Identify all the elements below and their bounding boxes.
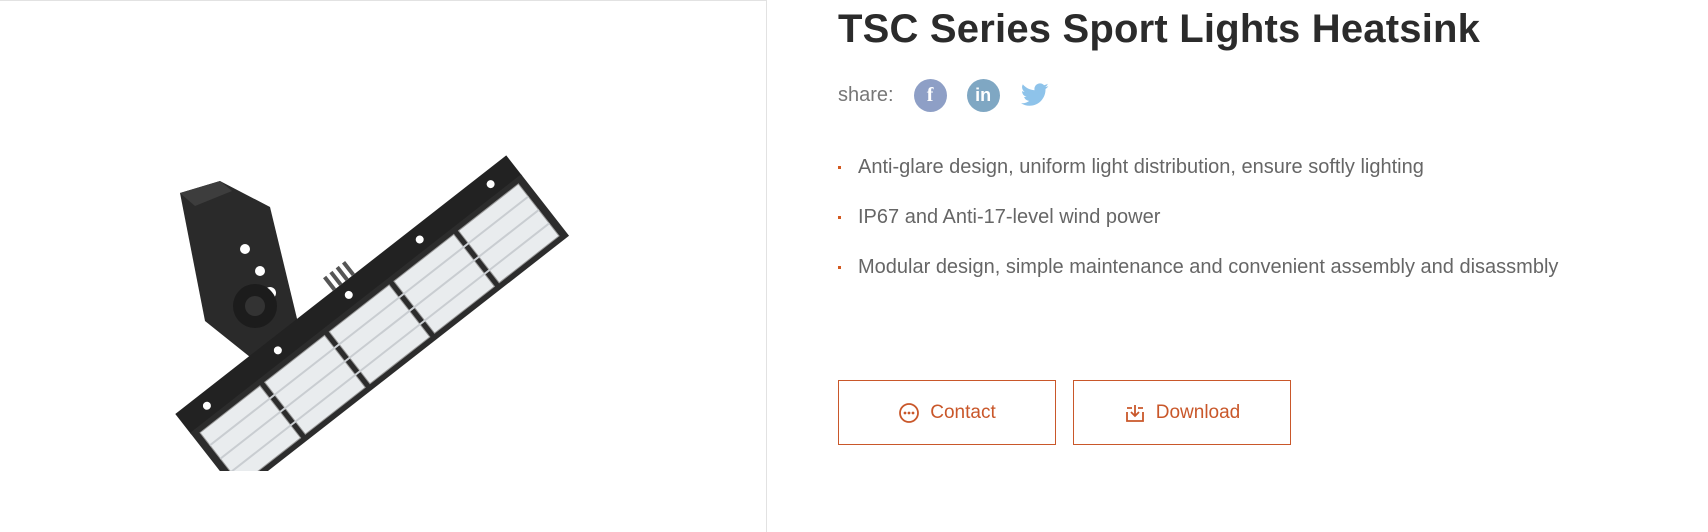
floodlight-product-image — [175, 155, 570, 471]
share-label: share: — [838, 83, 894, 106]
feature-text: Modular design, simple maintenance and c… — [858, 256, 1559, 278]
download-button[interactable]: Download — [1073, 380, 1291, 445]
download-icon — [1124, 402, 1146, 424]
facebook-glyph: f — [926, 83, 934, 106]
contact-label: Contact — [930, 401, 996, 423]
contact-button[interactable]: Contact — [838, 380, 1056, 445]
download-label: Download — [1155, 401, 1241, 423]
chat-bubble-icon — [898, 402, 920, 424]
bullet-icon — [838, 266, 841, 269]
list-item: Anti-glare design, uniform light distrib… — [838, 155, 1558, 205]
product-image-panel — [0, 0, 767, 532]
list-item: IP67 and Anti-17-level wind power — [838, 205, 1558, 255]
twitter-icon[interactable] — [1020, 79, 1050, 112]
product-title: TSC Series Sport Lights Heatsink — [838, 7, 1481, 51]
feature-text: IP67 and Anti-17-level wind power — [858, 206, 1161, 228]
feature-text: Anti-glare design, uniform light distrib… — [858, 156, 1424, 178]
bullet-icon — [838, 166, 841, 169]
linkedin-glyph: in — [975, 84, 992, 105]
feature-list: Anti-glare design, uniform light distrib… — [838, 155, 1558, 305]
list-item: Modular design, simple maintenance and c… — [838, 255, 1558, 305]
facebook-icon[interactable]: f — [913, 78, 947, 112]
linkedin-icon[interactable]: in — [966, 78, 1000, 112]
share-bar: share: f in — [838, 78, 1070, 112]
bullet-icon — [838, 216, 841, 219]
